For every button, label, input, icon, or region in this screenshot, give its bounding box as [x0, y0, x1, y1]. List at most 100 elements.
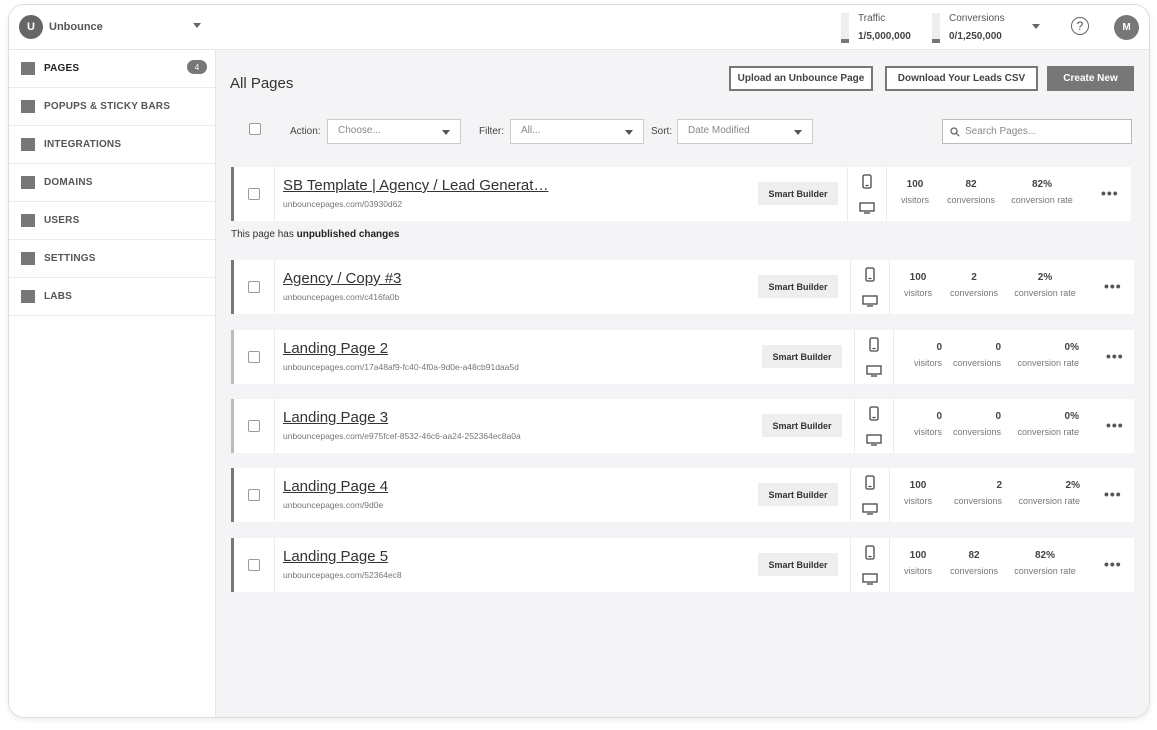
integrations-icon	[21, 138, 35, 151]
row-checkbox[interactable]	[248, 351, 260, 363]
mobile-icon[interactable]	[865, 267, 875, 282]
sidebar-item-popups[interactable]: POPUPS & STICKY BARS	[9, 88, 215, 126]
more-options-icon[interactable]: •••	[1104, 278, 1122, 294]
unpublished-note: This page has unpublished changes	[231, 229, 399, 240]
smart-builder-badge: Smart Builder	[758, 275, 838, 298]
page-row[interactable]: Landing Page 2 unbouncepages.com/17a48af…	[231, 330, 1134, 384]
page-row[interactable]: Landing Page 3 unbouncepages.com/e975fce…	[231, 399, 1134, 453]
visitors-count: 100	[909, 550, 927, 561]
row-checkbox-cell	[234, 538, 275, 592]
page-name-link[interactable]: SB Template | Agency / Lead Generat…	[283, 177, 548, 194]
pages-icon	[21, 62, 35, 75]
visitors-label: visitors	[903, 566, 932, 576]
sidebar-item-pages[interactable]: PAGES 4	[9, 50, 215, 88]
download-leads-button[interactable]: Download Your Leads CSV	[885, 66, 1038, 91]
sidebar-item-labs[interactable]: LABS	[9, 278, 215, 316]
page-row[interactable]: SB Template | Agency / Lead Generat… unb…	[231, 167, 1131, 221]
sidebar-item-users[interactable]: USERS	[9, 202, 215, 240]
page-name-link[interactable]: Landing Page 3	[283, 409, 388, 426]
help-icon[interactable]: ?	[1071, 17, 1089, 35]
traffic-bar-fill	[841, 39, 849, 43]
page-url: unbouncepages.com/52364ec8	[283, 570, 402, 580]
page-row[interactable]: Agency / Copy #3 unbouncepages.com/c416f…	[231, 260, 1134, 314]
search-input[interactable]: Search Pages...	[942, 119, 1132, 144]
domains-icon	[21, 176, 35, 189]
mobile-icon[interactable]	[865, 475, 875, 490]
pages-count-badge: 4	[187, 60, 207, 74]
sidebar-item-label: SETTINGS	[44, 253, 96, 264]
mobile-icon[interactable]	[865, 545, 875, 560]
row-checkbox[interactable]	[248, 420, 260, 432]
desktop-icon[interactable]	[862, 295, 878, 307]
smart-builder-badge: Smart Builder	[758, 553, 838, 576]
workspace-switcher[interactable]: U Unbounce	[19, 15, 103, 39]
sidebar-item-settings[interactable]: SETTINGS	[9, 240, 215, 278]
visitors-count: 0	[936, 411, 942, 422]
mobile-icon[interactable]	[862, 174, 872, 189]
conversions-label: conversions	[949, 566, 999, 576]
conversion-rate: 0%	[1064, 411, 1079, 422]
conversions-count: 0	[995, 411, 1001, 422]
page-row[interactable]: Landing Page 4 unbouncepages.com/9d0e Sm…	[231, 468, 1134, 522]
row-checkbox[interactable]	[248, 281, 260, 293]
sidebar-item-domains[interactable]: DOMAINS	[9, 164, 215, 202]
conversions-label: conversions	[949, 288, 999, 298]
row-checkbox[interactable]	[248, 489, 260, 501]
desktop-icon[interactable]	[862, 573, 878, 585]
rate-label: conversion rate	[1014, 566, 1076, 576]
sort-select[interactable]: Date Modified	[677, 119, 813, 144]
page-name-link[interactable]: Agency / Copy #3	[283, 270, 401, 287]
visitors-count: 100	[909, 272, 927, 283]
conversions-value: 0/1,250,000	[949, 31, 1002, 42]
desktop-icon[interactable]	[866, 365, 882, 377]
workspace-chevron-down-icon[interactable]	[193, 23, 201, 28]
app-window: U Unbounce Traffic 1/5,000,000 Conversio…	[8, 4, 1150, 718]
create-new-button[interactable]: Create New	[1047, 66, 1134, 91]
page-url: unbouncepages.com/c416fa0b	[283, 292, 400, 302]
select-all-checkbox[interactable]	[249, 123, 261, 135]
usage-chevron-down-icon[interactable]	[1032, 24, 1040, 29]
more-options-icon[interactable]: •••	[1104, 556, 1122, 572]
desktop-icon[interactable]	[862, 503, 878, 515]
conversions-bar	[932, 13, 940, 43]
page-row[interactable]: Landing Page 5 unbouncepages.com/52364ec…	[231, 538, 1134, 592]
rate-stat: 2% conversion rate	[1010, 480, 1080, 506]
row-checkbox[interactable]	[248, 188, 260, 200]
page-name-link[interactable]: Landing Page 5	[283, 548, 388, 565]
smart-builder-badge: Smart Builder	[758, 182, 838, 205]
row-checkbox[interactable]	[248, 559, 260, 571]
sidebar-item-label: POPUPS & STICKY BARS	[44, 101, 171, 112]
popups-icon	[21, 100, 35, 113]
more-options-icon[interactable]: •••	[1106, 348, 1124, 364]
filter-select[interactable]: All...	[510, 119, 644, 144]
page-name-link[interactable]: Landing Page 4	[283, 478, 388, 495]
upload-page-button[interactable]: Upload an Unbounce Page	[729, 66, 873, 91]
traffic-bar	[841, 13, 849, 43]
more-options-icon[interactable]: •••	[1106, 417, 1124, 433]
visitors-stat: 100 visitors	[898, 272, 938, 298]
page-name-link[interactable]: Landing Page 2	[283, 340, 388, 357]
desktop-icon[interactable]	[859, 202, 875, 214]
sidebar-item-integrations[interactable]: INTEGRATIONS	[9, 126, 215, 164]
user-avatar[interactable]: M	[1114, 15, 1139, 40]
conversions-label: conversions	[953, 496, 1002, 506]
mobile-icon[interactable]	[869, 337, 879, 352]
settings-icon	[21, 252, 35, 265]
visitors-stat: 100 visitors	[898, 480, 938, 506]
search-icon	[950, 127, 960, 137]
search-placeholder: Search Pages...	[965, 126, 1037, 137]
desktop-icon[interactable]	[866, 434, 882, 446]
mobile-icon[interactable]	[869, 406, 879, 421]
conversion-rate: 2%	[1065, 480, 1080, 491]
note-text: This page has	[231, 229, 297, 240]
device-preview-cell	[850, 260, 890, 314]
more-options-icon[interactable]: •••	[1101, 185, 1119, 201]
visitors-stat: 0 visitors	[902, 411, 942, 437]
row-checkbox-cell	[234, 330, 275, 384]
rate-stat: 2% conversion rate	[1010, 272, 1080, 298]
device-preview-cell	[854, 399, 894, 453]
action-select[interactable]: Choose...	[327, 119, 461, 144]
visitors-label: visitors	[913, 358, 942, 368]
more-options-icon[interactable]: •••	[1104, 486, 1122, 502]
conversions-count: 82	[968, 550, 980, 561]
